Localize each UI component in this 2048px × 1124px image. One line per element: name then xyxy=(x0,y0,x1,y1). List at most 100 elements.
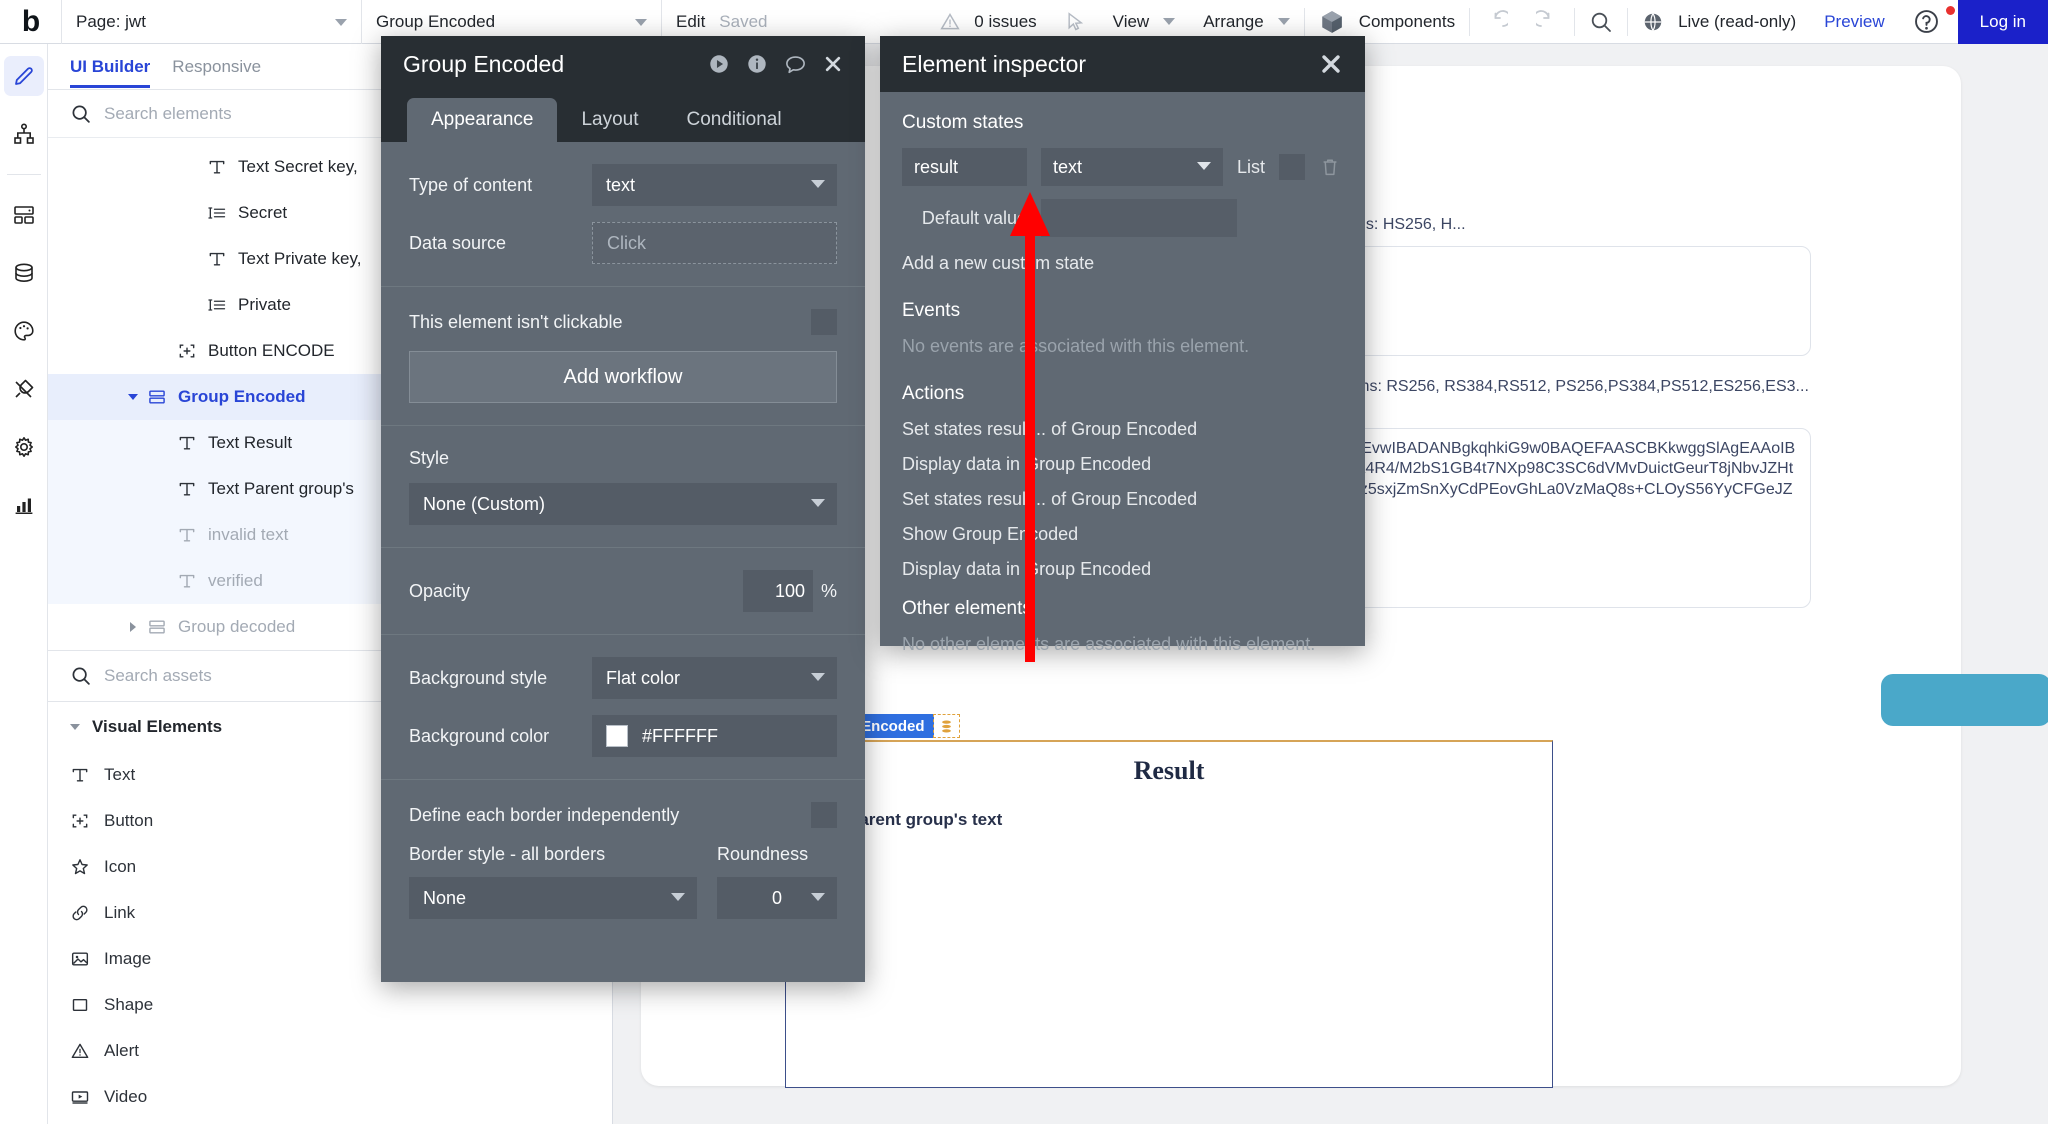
element-inspector-title: Element inspector xyxy=(902,50,1087,77)
custom-state-name-input[interactable]: result xyxy=(902,148,1027,186)
rail-item-design[interactable] xyxy=(3,56,44,96)
close-icon[interactable] xyxy=(823,54,843,74)
type-of-content-select[interactable]: text xyxy=(592,164,837,206)
edit-label[interactable]: Edit xyxy=(676,12,705,32)
rail-item-data[interactable] xyxy=(4,253,44,293)
undo-icon xyxy=(1494,9,1509,27)
element-search-placeholder: Search elements xyxy=(104,103,232,123)
palette-item[interactable]: Shape xyxy=(48,982,612,1028)
tab-appearance[interactable]: Appearance xyxy=(407,98,558,142)
style-label: Style xyxy=(409,448,450,468)
background-color-label: Background color xyxy=(409,725,550,746)
tree-twisty[interactable] xyxy=(126,394,140,400)
rail-item-plugins[interactable] xyxy=(4,369,44,409)
action-item[interactable]: Display data in Group Encoded xyxy=(902,454,1343,475)
action-item[interactable]: Display data in Group Encoded xyxy=(902,559,1343,580)
play-icon[interactable] xyxy=(708,53,730,75)
button-icon xyxy=(179,344,195,358)
tree-item-label: Private xyxy=(238,295,291,314)
palette-item-label: Alert xyxy=(104,1041,139,1060)
group-encoded-frame[interactable]: Result Parent group's text xyxy=(785,740,1553,1088)
rail-item-styles[interactable] xyxy=(4,311,44,351)
tree-item-label: Secret xyxy=(238,203,288,222)
property-editor-dialog[interactable]: Group Encoded Appearance Layout Conditio… xyxy=(381,36,865,982)
login-button[interactable]: Log in xyxy=(1957,0,2048,44)
action-item[interactable]: Set states result... of Group Encoded xyxy=(902,419,1343,440)
custom-state-type-select[interactable]: text xyxy=(1041,148,1223,186)
text-icon xyxy=(176,525,198,545)
tab-layout[interactable]: Layout xyxy=(557,98,662,142)
action-item[interactable]: Set states result... of Group Encoded xyxy=(902,489,1343,510)
info-icon[interactable] xyxy=(746,53,768,75)
redo-button[interactable] xyxy=(1522,0,1574,44)
palette-item[interactable]: Video xyxy=(48,1074,612,1120)
rail-item-layout[interactable] xyxy=(4,195,44,235)
database-icon xyxy=(14,263,33,283)
palette-item-label: Button xyxy=(104,811,154,830)
left-icon-rail xyxy=(0,44,48,1124)
app-logo[interactable]: b xyxy=(0,0,62,44)
palette-item-label: Link xyxy=(104,903,136,922)
background-color-row: Background color #FFFFFF xyxy=(409,715,837,757)
rail-item-settings[interactable] xyxy=(4,427,44,467)
selection-data-icon[interactable] xyxy=(933,714,960,738)
help-button[interactable] xyxy=(1899,0,1958,44)
other-elements-label: Other elements xyxy=(902,598,1032,619)
close-icon[interactable] xyxy=(1319,52,1343,76)
trash-icon[interactable] xyxy=(1319,156,1341,178)
undo-button[interactable] xyxy=(1470,0,1522,44)
tab-conditional[interactable]: Conditional xyxy=(663,98,806,142)
define-borders-checkbox[interactable] xyxy=(811,802,837,828)
data-source-field[interactable]: Click xyxy=(592,222,837,264)
tab-responsive[interactable]: Responsive xyxy=(172,57,261,87)
video-icon xyxy=(70,1087,90,1107)
roundness-value: 0 xyxy=(771,887,782,908)
shape-icon xyxy=(72,998,88,1012)
result-heading: Result xyxy=(1133,756,1205,785)
rail-item-logs[interactable] xyxy=(4,485,44,525)
tree-item-label: Group Encoded xyxy=(178,387,306,406)
property-editor-title: Group Encoded xyxy=(403,50,565,77)
border-style-select[interactable]: None xyxy=(409,877,697,919)
tree-item-label: Text Private key, xyxy=(238,249,362,268)
add-custom-state-link[interactable]: Add a new custom state xyxy=(902,253,1343,274)
color-swatch[interactable] xyxy=(606,725,628,747)
comment-icon[interactable] xyxy=(784,53,807,76)
page-selector[interactable]: Page: jwt xyxy=(62,0,362,44)
help-icon xyxy=(1914,10,1938,33)
background-style-row: Background style Flat color xyxy=(409,657,837,699)
opacity-input[interactable]: 100 xyxy=(742,570,813,612)
border-style-value: None xyxy=(423,887,467,908)
element-inspector-dialog[interactable]: Element inspector Custom states result t… xyxy=(880,36,1365,654)
roundness-select[interactable]: 0 xyxy=(717,877,837,919)
search-button[interactable] xyxy=(1575,0,1627,44)
preview-button[interactable]: Preview xyxy=(1810,0,1898,44)
link-icon xyxy=(70,903,90,923)
tab-ui-builder[interactable]: UI Builder xyxy=(70,57,151,88)
image-icon xyxy=(70,949,90,969)
components-label: Components xyxy=(1358,11,1456,31)
text-icon xyxy=(206,157,228,177)
events-label: Events xyxy=(902,300,961,321)
encode-button[interactable] xyxy=(1881,674,2048,726)
add-workflow-button[interactable]: Add workflow xyxy=(409,351,837,403)
palette-item-label: Shape xyxy=(104,995,154,1014)
chart-icon xyxy=(15,498,32,514)
page-selector-label: Page: jwt xyxy=(76,11,146,31)
live-mode-selector[interactable]: Live (read-only) xyxy=(1628,0,1810,44)
style-select[interactable]: None (Custom) xyxy=(409,483,837,525)
background-color-field[interactable]: #FFFFFF xyxy=(592,715,837,757)
text-icon xyxy=(209,160,225,174)
palette-item[interactable]: Alert xyxy=(48,1028,612,1074)
tree-item-label: Group decoded xyxy=(178,617,296,636)
background-style-select[interactable]: Flat color xyxy=(592,657,837,699)
list-checkbox[interactable] xyxy=(1279,154,1306,180)
group-icon xyxy=(149,390,165,404)
clickable-checkbox[interactable] xyxy=(811,309,837,335)
rail-item-workflow[interactable] xyxy=(4,114,44,154)
tree-twisty[interactable] xyxy=(126,622,140,632)
search-icon xyxy=(72,105,90,123)
default-value-input[interactable] xyxy=(1041,199,1237,237)
action-item[interactable]: Show Group Encoded xyxy=(902,524,1343,545)
background-style-label: Background style xyxy=(409,667,548,688)
